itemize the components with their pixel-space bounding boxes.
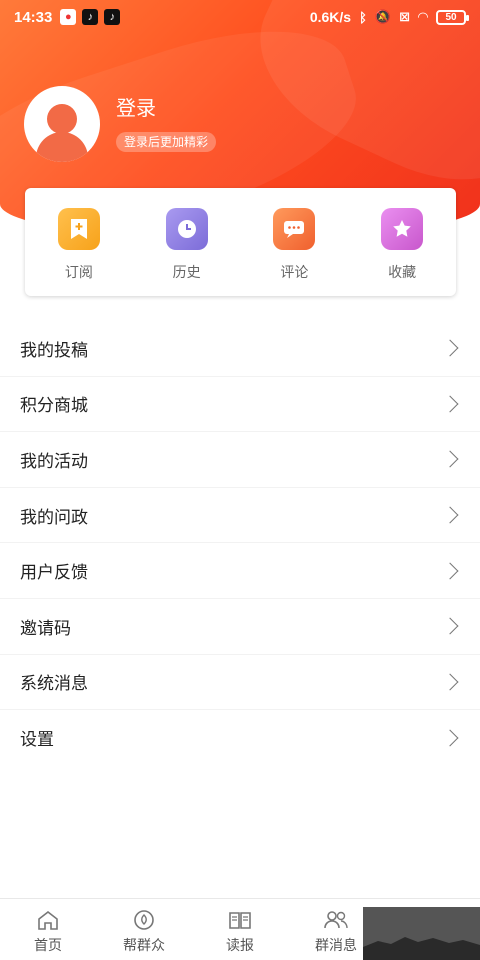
nav-label: 帮群众	[123, 937, 165, 953]
menu-item-label: 我的问政	[20, 507, 88, 527]
home-icon	[38, 910, 58, 930]
newspaper-icon	[229, 912, 251, 929]
login-link[interactable]: 登录	[116, 92, 156, 121]
chevron-right-icon	[441, 395, 459, 413]
quick-action-history[interactable]: 历史	[133, 188, 241, 296]
status-bar: 14:33 ● ♪ ♪ 0.6K/s ᛒ 🔕 ⊠ ◠ 50	[0, 0, 480, 34]
help-icon	[134, 910, 154, 930]
login-subtitle: 登录后更加精彩	[116, 132, 217, 152]
quick-action-label: 订阅	[64, 264, 93, 280]
group-icon	[324, 911, 348, 929]
nav-label: 首页	[34, 937, 62, 953]
tiktok-icon: ♪	[104, 9, 121, 25]
menu-item-label: 我的活动	[20, 451, 88, 471]
status-time: 14:33	[14, 8, 53, 26]
avatar-head	[47, 104, 77, 134]
tiktok-icon: ♪	[82, 9, 99, 25]
mute-icon: 🔕	[374, 9, 392, 24]
menu-item-label: 设置	[20, 730, 54, 750]
history-icon	[165, 208, 208, 250]
menu-item-label: 系统消息	[20, 674, 88, 694]
quick-action-comment[interactable]: 评论	[241, 188, 349, 296]
floating-thumbnail[interactable]	[363, 907, 480, 960]
menu-item-points-mall[interactable]: 积分商城	[0, 377, 480, 433]
menu-item-my-inquiries[interactable]: 我的问政	[0, 488, 480, 544]
comment-icon	[273, 208, 316, 250]
chevron-right-icon	[441, 729, 459, 747]
menu-item-system-messages[interactable]: 系统消息	[0, 655, 480, 711]
menu-item-settings[interactable]: 设置	[0, 710, 480, 766]
quick-action-label: 历史	[172, 264, 201, 280]
quick-action-subscribe[interactable]: 订阅	[25, 188, 133, 296]
settings-menu: 我的投稿 积分商城 我的活动 我的问政 用户反馈 邀请码 系统消息 设置	[0, 321, 480, 766]
sim-off-icon: ⊠	[399, 9, 410, 24]
quick-actions-card: 订阅 历史 评论 收藏	[25, 188, 456, 296]
chevron-right-icon	[441, 617, 459, 635]
app-icon: ●	[60, 9, 77, 25]
quick-action-favorite[interactable]: 收藏	[348, 188, 456, 296]
chevron-right-icon	[441, 562, 459, 580]
chevron-right-icon	[441, 506, 459, 524]
nav-tab-read-paper[interactable]: 读报	[192, 899, 288, 960]
menu-item-label: 用户反馈	[20, 563, 88, 583]
chevron-right-icon	[441, 673, 459, 691]
star-icon	[381, 208, 424, 250]
battery-icon: 50	[436, 9, 469, 25]
quick-action-label: 评论	[280, 264, 309, 280]
menu-item-feedback[interactable]: 用户反馈	[0, 543, 480, 599]
menu-item-my-submissions[interactable]: 我的投稿	[0, 321, 480, 377]
network-speed: 0.6K/s	[309, 9, 352, 25]
menu-item-label: 积分商城	[20, 396, 88, 416]
nav-tab-home[interactable]: 首页	[0, 899, 96, 960]
avatar-body	[36, 132, 88, 162]
wifi-icon: ◠	[418, 9, 428, 24]
quick-action-label: 收藏	[388, 264, 417, 280]
menu-item-label: 邀请码	[20, 618, 71, 638]
chevron-right-icon	[441, 450, 459, 468]
nav-tab-help-public[interactable]: 帮群众	[96, 899, 192, 960]
chevron-right-icon	[441, 339, 459, 357]
menu-item-my-activities[interactable]: 我的活动	[0, 432, 480, 488]
avatar[interactable]	[24, 86, 100, 162]
bluetooth-icon: ᛒ	[359, 9, 367, 25]
subscribe-icon	[57, 208, 100, 250]
nav-label: 群消息	[315, 937, 357, 953]
nav-label: 读报	[226, 937, 254, 953]
menu-item-invite-code[interactable]: 邀请码	[0, 599, 480, 655]
menu-item-label: 我的投稿	[20, 340, 88, 360]
